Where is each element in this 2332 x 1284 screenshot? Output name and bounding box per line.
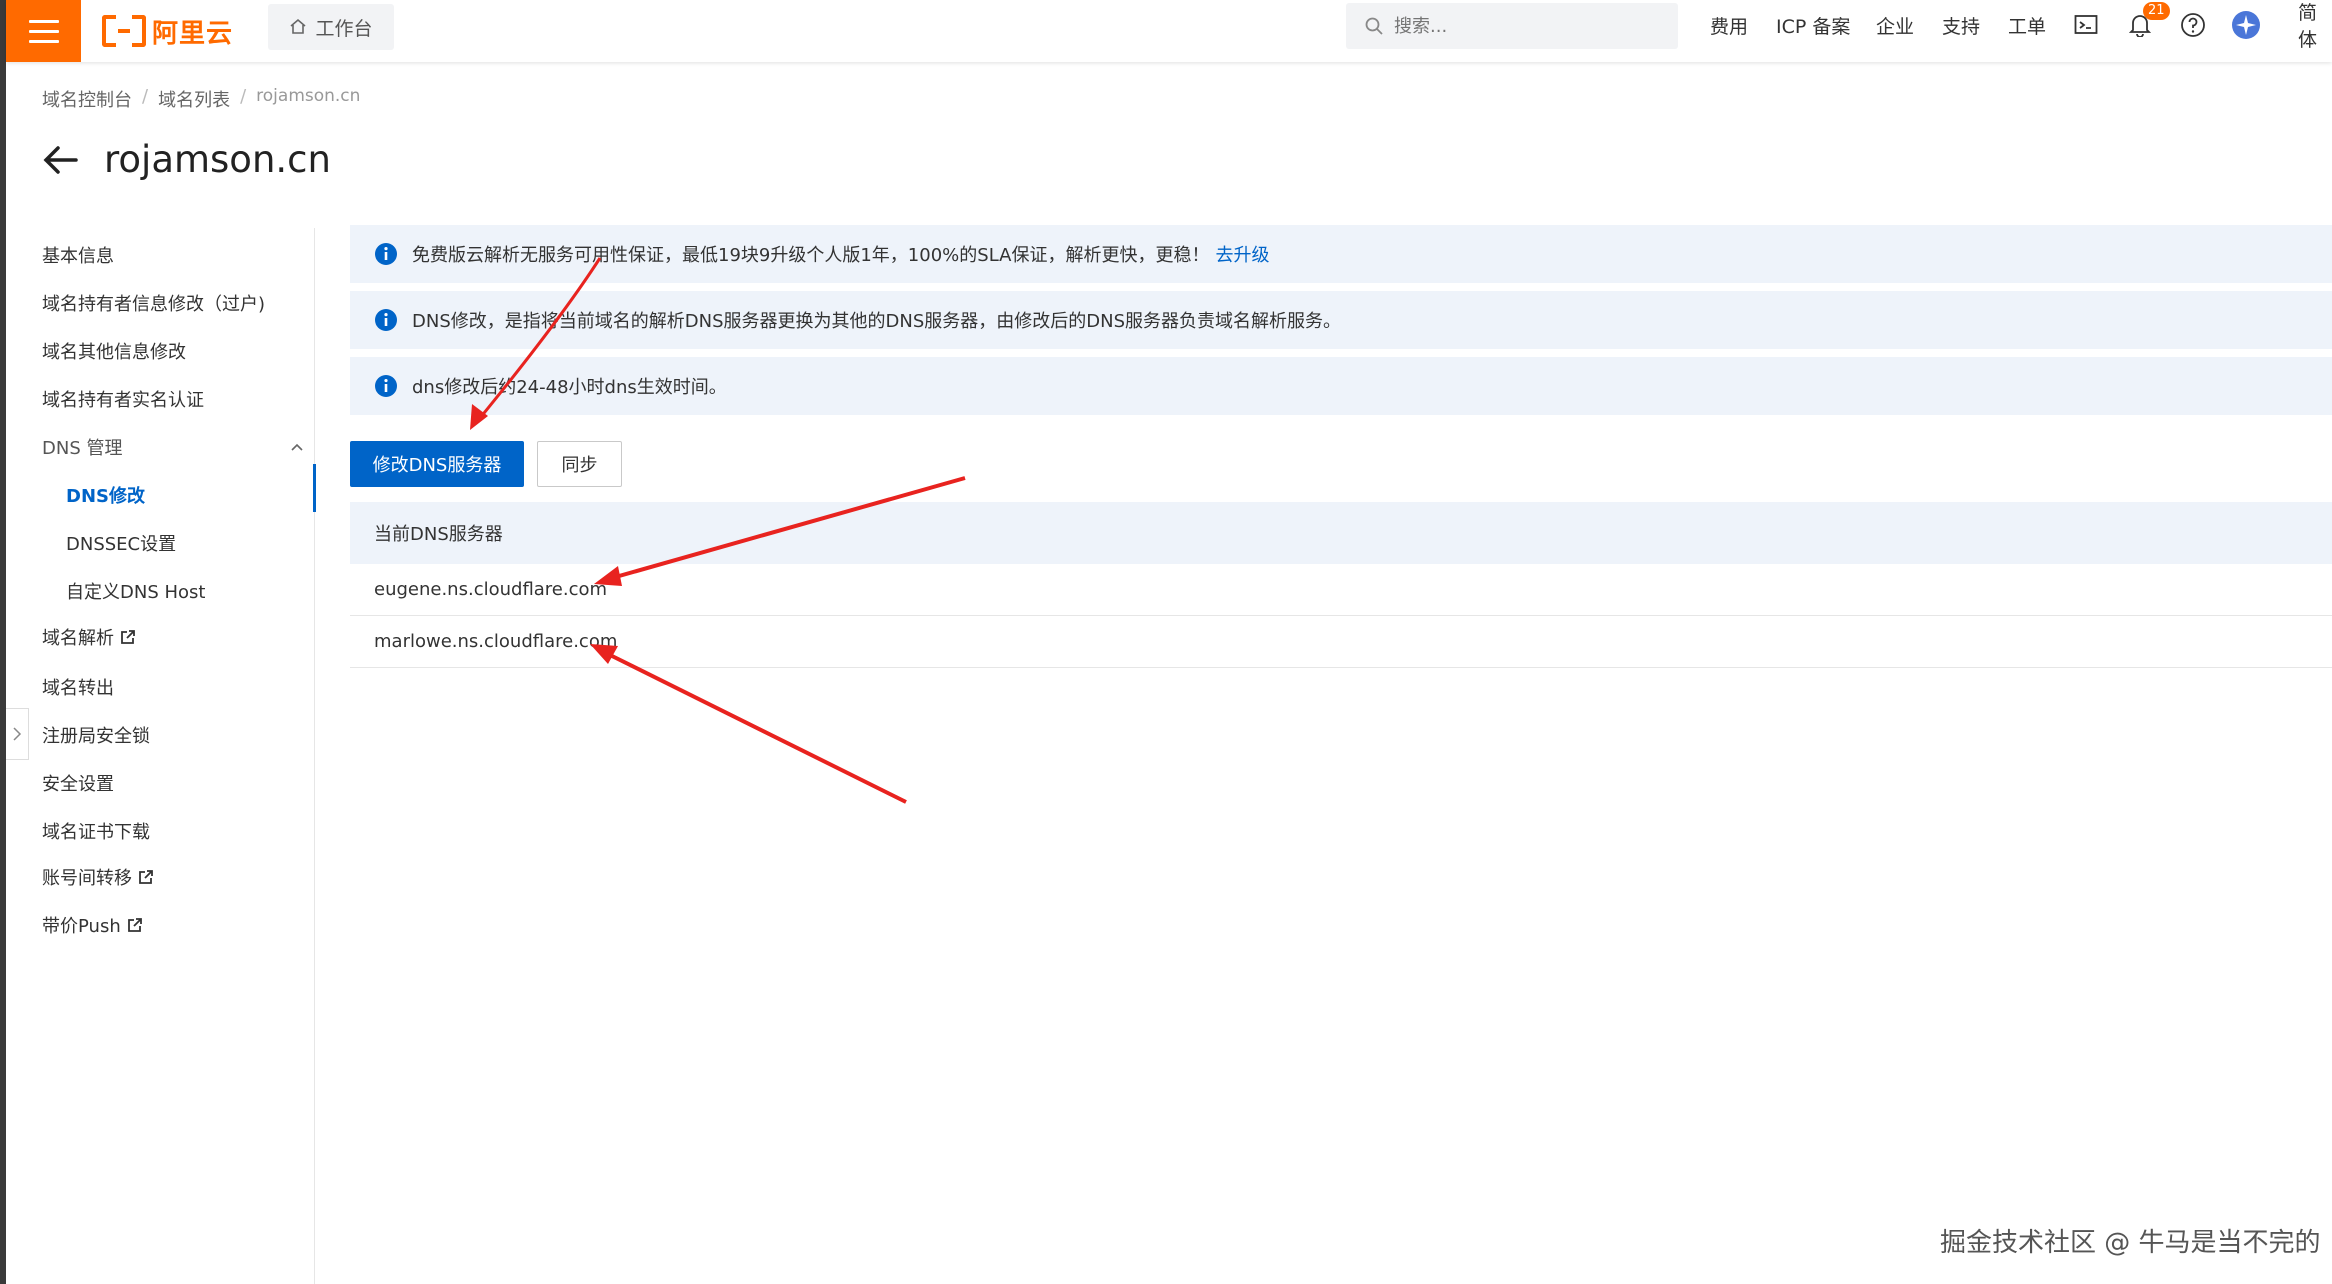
sidebar: 基本信息 域名持有者信息修改（过户) 域名其他信息修改 域名持有者实名认证 DN… bbox=[6, 228, 316, 1284]
menu-icon-line bbox=[28, 39, 59, 43]
breadcrumb-current: rojamson.cn bbox=[256, 86, 361, 106]
page-title: rojamson.cn bbox=[104, 138, 331, 181]
nav-support[interactable]: 支持 bbox=[1942, 0, 1980, 50]
notice-dns-explain: DNS修改，是指将当前域名的解析DNS服务器更换为其他的DNS服务器，由修改后的… bbox=[350, 291, 2332, 349]
upgrade-link[interactable]: 去升级 bbox=[1215, 241, 1269, 267]
sidebar-item-certificate[interactable]: 域名证书下载 bbox=[42, 818, 150, 844]
sidebar-item-priced-push[interactable]: 带价Push bbox=[42, 912, 143, 938]
dns-server-table: 当前DNS服务器 eugene.ns.cloudflare.com marlow… bbox=[350, 502, 2332, 668]
breadcrumb-separator: / bbox=[142, 86, 149, 107]
sidebar-group-dns[interactable]: DNS 管理 bbox=[42, 434, 304, 460]
info-icon bbox=[375, 375, 397, 397]
title-row: rojamson.cn bbox=[40, 138, 331, 181]
sidebar-active-indicator bbox=[313, 464, 316, 512]
nav-tickets[interactable]: 工单 bbox=[2008, 0, 2046, 50]
info-icon bbox=[375, 309, 397, 331]
search-box[interactable] bbox=[1346, 3, 1678, 49]
table-row: eugene.ns.cloudflare.com bbox=[350, 564, 2332, 616]
sidebar-item-custom-dns-host[interactable]: 自定义DNS Host bbox=[66, 578, 205, 604]
breadcrumb-domain-console[interactable]: 域名控制台 bbox=[42, 86, 132, 112]
aliyun-logo-icon bbox=[102, 15, 146, 47]
info-icon bbox=[375, 243, 397, 265]
table-row: marlowe.ns.cloudflare.com bbox=[350, 616, 2332, 668]
menu-icon-line bbox=[28, 19, 59, 23]
sidebar-item-basic-info[interactable]: 基本信息 bbox=[42, 242, 114, 268]
notice-propagation: dns修改后约24-48小时dns生效时间。 bbox=[350, 357, 2332, 415]
top-bar: 阿里云 工作台 费用 ICP 备案 企业 支持 工单 21 简体 bbox=[6, 0, 2332, 62]
logo-text: 阿里云 bbox=[152, 18, 234, 49]
workbench-button[interactable]: 工作台 bbox=[268, 4, 394, 50]
notice-text: DNS修改，是指将当前域名的解析DNS服务器更换为其他的DNS服务器，由修改后的… bbox=[412, 311, 1341, 332]
notice-text: 免费版云解析无服务可用性保证，最低19块9升级个人版1年，100%的SLA保证，… bbox=[412, 245, 1210, 266]
nav-enterprise[interactable]: 企业 bbox=[1876, 0, 1914, 50]
notice-text: dns修改后约24-48小时dns生效时间。 bbox=[412, 377, 727, 398]
modify-dns-server-button[interactable]: 修改DNS服务器 bbox=[350, 441, 524, 487]
table-header: 当前DNS服务器 bbox=[350, 502, 2332, 564]
sidebar-item-registry-lock[interactable]: 注册局安全锁 bbox=[42, 722, 150, 748]
sidebar-item-security[interactable]: 安全设置 bbox=[42, 770, 114, 796]
nav-fees[interactable]: 费用 bbox=[1710, 0, 1748, 50]
workbench-label: 工作台 bbox=[315, 17, 373, 40]
menu-icon-line bbox=[28, 29, 59, 33]
external-link-icon bbox=[127, 918, 142, 932]
hamburger-menu-button[interactable] bbox=[6, 0, 81, 62]
chevron-right-icon bbox=[13, 727, 22, 741]
external-link-icon bbox=[121, 630, 135, 644]
sidebar-item-account-transfer[interactable]: 账号间转移 bbox=[42, 864, 154, 890]
sidebar-item-transfer-out[interactable]: 域名转出 bbox=[42, 674, 114, 700]
sidebar-item-realname[interactable]: 域名持有者实名认证 bbox=[42, 386, 204, 412]
search-input[interactable] bbox=[1392, 14, 1656, 38]
aliyun-logo[interactable]: 阿里云 bbox=[102, 10, 233, 52]
notice-upgrade: 免费版云解析无服务可用性保证，最低19块9升级个人版1年，100%的SLA保证，… bbox=[350, 225, 2332, 283]
breadcrumb-separator: / bbox=[240, 86, 247, 107]
notification-badge: 21 bbox=[2143, 2, 2170, 20]
sidebar-item-dns-modify[interactable]: DNS修改 bbox=[66, 482, 145, 508]
breadcrumb-domain-list[interactable]: 域名列表 bbox=[158, 86, 230, 112]
nav-icp[interactable]: ICP 备案 bbox=[1776, 0, 1850, 50]
sidebar-item-dns-resolve[interactable]: 域名解析 bbox=[42, 624, 136, 650]
watermark: 掘金技术社区 @ 牛马是当不完的 bbox=[1940, 1228, 2321, 1258]
user-avatar[interactable] bbox=[2231, 10, 2261, 40]
breadcrumb: 域名控制台 / 域名列表 / rojamson.cn bbox=[42, 86, 360, 112]
back-arrow-icon[interactable] bbox=[40, 144, 80, 176]
sidebar-item-other-info[interactable]: 域名其他信息修改 bbox=[42, 338, 186, 364]
sidebar-item-owner-change[interactable]: 域名持有者信息修改（过户) bbox=[42, 290, 265, 316]
external-link-icon bbox=[139, 870, 153, 884]
bell-icon[interactable]: 21 bbox=[2125, 2, 2170, 40]
help-icon[interactable] bbox=[2178, 10, 2208, 40]
chevron-up-icon bbox=[291, 443, 303, 451]
search-icon bbox=[1365, 17, 1383, 35]
terminal-icon[interactable] bbox=[2071, 10, 2101, 40]
sidebar-collapse-toggle[interactable] bbox=[6, 708, 29, 760]
language-switch[interactable]: 简体 bbox=[2298, 0, 2332, 51]
sidebar-item-dnssec[interactable]: DNSSEC设置 bbox=[66, 530, 176, 556]
sync-button[interactable]: 同步 bbox=[537, 441, 622, 487]
home-icon bbox=[290, 18, 307, 34]
